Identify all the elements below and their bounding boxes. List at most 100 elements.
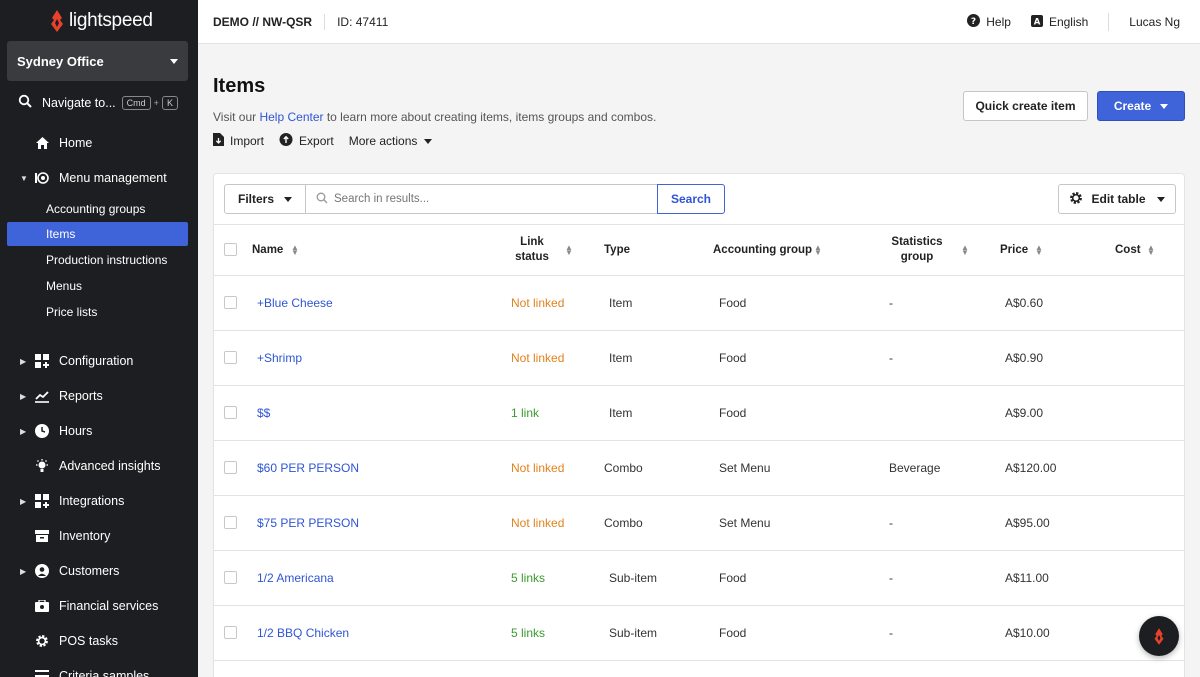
export-cloud-icon	[279, 133, 293, 149]
flame-logo-icon	[1154, 627, 1164, 645]
lightspeed-assistant-button[interactable]	[1139, 616, 1179, 656]
sort-icon[interactable]: ▲ ▼	[291, 244, 299, 257]
account-name[interactable]: DEMO // NW-QSR	[213, 15, 312, 29]
item-name-link[interactable]: $$	[257, 386, 270, 440]
sidebar-item-pos-tasks[interactable]: POS tasks	[0, 628, 198, 654]
quick-create-item-button[interactable]: Quick create item	[963, 91, 1088, 121]
row-checkbox[interactable]	[224, 626, 237, 639]
item-type: Item	[609, 406, 633, 420]
item-price: A$95.00	[1005, 516, 1050, 530]
row-checkbox[interactable]	[224, 516, 237, 529]
sidebar-item-label: POS tasks	[59, 634, 119, 648]
home-icon	[35, 136, 49, 150]
sidebar-item-advanced-insights[interactable]: Advanced insights	[0, 453, 198, 479]
link-status[interactable]: Not linked	[511, 276, 564, 330]
insights-icon	[35, 459, 49, 473]
row-checkbox[interactable]	[224, 351, 237, 364]
user-menu[interactable]: Lucas Ng	[1129, 15, 1180, 29]
select-all-checkbox[interactable]	[224, 243, 237, 256]
sidebar-item-label: Reports	[59, 389, 103, 403]
sidebar-item-menu-management[interactable]: ▼ Menu management	[0, 165, 198, 191]
subitem-label: Production instructions	[46, 253, 168, 267]
filters-button[interactable]: Filters	[224, 184, 306, 214]
item-name-link[interactable]: $75 PER PERSON	[257, 496, 359, 550]
sort-icon[interactable]: ▲ ▼	[961, 244, 969, 257]
sidebar-item-hours[interactable]: ▶ Hours	[0, 418, 198, 444]
search-input[interactable]	[334, 193, 634, 205]
item-name-link[interactable]: +Blue Cheese	[257, 276, 333, 330]
subitem-label: Menus	[46, 279, 83, 293]
export-button[interactable]: Export	[279, 133, 334, 149]
item-name-link[interactable]: 1/2 Americana	[257, 551, 334, 605]
item-name-link[interactable]: 1/2 BBQ Chicken	[257, 606, 349, 660]
more-actions-dropdown[interactable]: More actions	[349, 134, 433, 148]
location-selector[interactable]: Sydney Office	[7, 41, 188, 81]
sort-icon[interactable]: ▲ ▼	[814, 244, 822, 257]
sort-icon[interactable]: ▲ ▼	[1147, 244, 1155, 257]
edit-table-label: Edit table	[1091, 192, 1146, 206]
table-row[interactable]: 1/2 Americana 5 links Sub-item Food - A$11.00	[214, 551, 1184, 606]
top-bar: DEMO // NW-QSR ID: 47411 ? Help A Englis…	[198, 0, 1200, 44]
link-status[interactable]: Not linked	[511, 441, 564, 495]
row-checkbox[interactable]	[224, 461, 237, 474]
import-button[interactable]: Import	[213, 133, 264, 149]
sidebar-item-integrations[interactable]: ▶ Integrations	[0, 488, 198, 514]
column-label: Price	[1000, 244, 1029, 256]
sidebar-item-customers[interactable]: ▶ Customers	[0, 558, 198, 584]
create-button[interactable]: Create	[1097, 91, 1185, 121]
help-link[interactable]: ? Help	[967, 14, 1011, 30]
link-status[interactable]: 5 links	[511, 606, 545, 660]
table-row[interactable]: 1/2 BBQ Chicken 5 links Sub-item Food - A$10.…	[214, 606, 1184, 661]
column-header-accounting-group[interactable]: Accounting group	[713, 225, 812, 275]
sidebar-item-label: Customers	[59, 564, 120, 578]
table-row[interactable]: $$ 1 link Item Food A$9.00	[214, 386, 1184, 441]
subitem-label: Price lists	[46, 305, 98, 319]
cmd-key: Cmd	[121, 95, 151, 110]
sidebar-item-configuration[interactable]: ▶ Configuration	[0, 348, 198, 374]
search-button[interactable]: Search	[657, 184, 725, 214]
sidebar-subitem-production-instructions[interactable]: Production instructions	[7, 248, 188, 272]
table-row[interactable]: +Blue Cheese Not linked Item Food - A$0.60	[214, 276, 1184, 331]
language-selector[interactable]: A English	[1030, 14, 1088, 30]
column-header-statistics-group[interactable]: Statistics group	[884, 225, 950, 275]
lightspeed-logo[interactable]: lightspeed	[49, 8, 153, 34]
column-header-cost[interactable]: Cost	[1115, 225, 1141, 275]
sidebar-subitem-menus[interactable]: Menus	[7, 274, 188, 298]
sort-icon[interactable]: ▲ ▼	[1035, 244, 1043, 257]
row-checkbox[interactable]	[224, 571, 237, 584]
item-name-link[interactable]: $60 PER PERSON	[257, 441, 359, 495]
sidebar-item-reports[interactable]: ▶ Reports	[0, 383, 198, 409]
item-name-link[interactable]: +Shrimp	[257, 331, 302, 385]
column-label: Cost	[1115, 244, 1141, 256]
link-status[interactable]: 1 link	[511, 386, 539, 440]
user-name: Lucas Ng	[1129, 15, 1180, 29]
link-status[interactable]: 5 links	[511, 551, 545, 605]
link-status[interactable]: Not linked	[511, 496, 564, 550]
sidebar-item-inventory[interactable]: Inventory	[0, 523, 198, 549]
link-status[interactable]: Not linked	[511, 331, 564, 385]
svg-text:?: ?	[971, 17, 976, 27]
column-header-name[interactable]: Name	[252, 225, 283, 275]
accounting-group: Food	[719, 351, 747, 365]
item-price: A$10.00	[1005, 626, 1050, 640]
sort-icon[interactable]: ▲ ▼	[565, 244, 573, 257]
table-row[interactable]: $75 PER PERSON Not linked Combo Set Menu - A$…	[214, 496, 1184, 551]
table-row[interactable]: +Shrimp Not linked Item Food - A$0.90	[214, 331, 1184, 386]
sidebar-item-financial-services[interactable]: Financial services	[0, 593, 198, 619]
edit-table-button[interactable]: Edit table	[1058, 184, 1176, 214]
sidebar-item-criteria-samples[interactable]: Criteria samples	[0, 663, 198, 677]
sidebar-subitem-accounting-groups[interactable]: Accounting groups	[7, 197, 188, 221]
row-checkbox[interactable]	[224, 296, 237, 309]
sidebar-item-home[interactable]: Home	[0, 130, 198, 156]
help-center-link[interactable]: Help Center	[259, 110, 323, 124]
sidebar-subitem-items[interactable]: Items	[7, 222, 188, 246]
table-row[interactable]: $60 PER PERSON Not linked Combo Set Menu Bev…	[214, 441, 1184, 496]
inventory-icon	[35, 529, 49, 543]
sidebar-subitem-price-lists[interactable]: Price lists	[7, 300, 188, 324]
subtitle-text: to learn more about creating items, item…	[323, 110, 657, 124]
column-header-link-status[interactable]: Link status	[500, 225, 564, 275]
row-checkbox[interactable]	[224, 406, 237, 419]
column-label: Statistics	[891, 236, 943, 248]
navigate-to-search[interactable]: Navigate to... Cmd + K	[18, 94, 178, 111]
column-header-price[interactable]: Price	[1000, 225, 1028, 275]
